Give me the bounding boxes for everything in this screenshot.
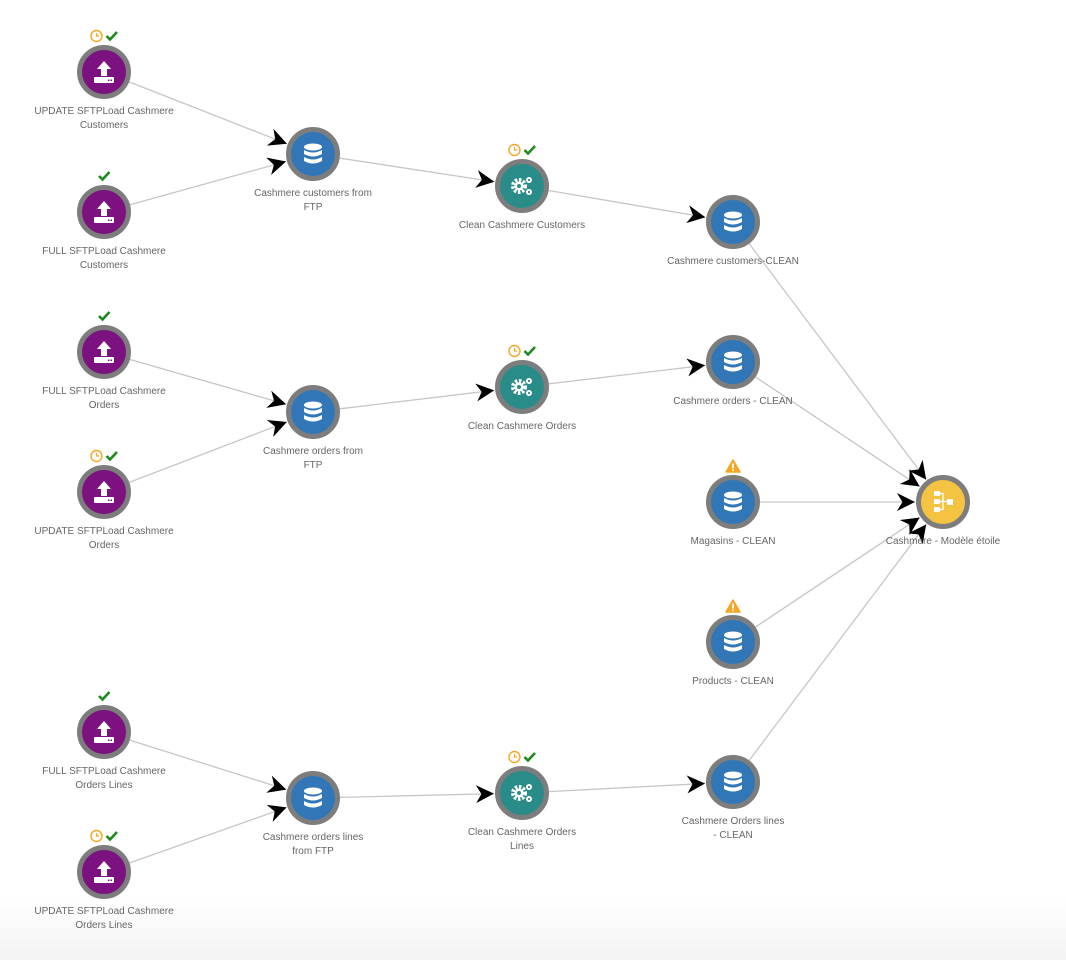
edge-c5-m1 [748,524,927,761]
node-c3[interactable]: Magasins - CLEAN [690,459,776,547]
node-label: Cashmere orders from [263,446,363,457]
edge-c1-m1 [748,243,927,480]
node-label: Orders [89,540,120,551]
flow-diagram: UPDATE SFTPLoad CashmereCustomersFULL SF… [34,29,1001,932]
node-label: Orders [89,400,120,411]
database-icon [724,351,742,372]
edge-d2-r2 [339,383,495,410]
node-r1[interactable]: Clean Cashmere Customers [459,143,585,232]
check-icon [98,171,111,182]
check-icon [523,752,536,763]
node-c4[interactable]: Products - CLEAN [692,599,774,687]
node-label: - CLEAN [713,830,752,841]
node-label: UPDATE SFTPLoad Cashmere [34,906,174,917]
edge-c2-m1 [755,376,921,488]
node-label: from FTP [292,846,334,857]
database-icon [724,491,742,512]
node-label: FTP [304,460,323,471]
node-d1[interactable]: Cashmere customers from FTP [254,127,372,214]
check-icon [105,31,118,42]
node-label: Orders Lines [75,920,132,931]
database-icon [304,787,322,808]
edge-s5-d3 [129,739,287,793]
node-c5[interactable]: Cashmere Orders lines - CLEAN [682,755,785,842]
database-icon [724,771,742,792]
node-s6[interactable]: UPDATE SFTPLoad Cashmere Orders Lines [34,829,174,932]
node-label: Products - CLEAN [692,676,774,687]
node-r2[interactable]: Clean Cashmere Orders [468,344,576,433]
node-label: Cashmere Orders lines [682,816,785,827]
edge-r3-c5 [548,775,706,794]
node-label: Cashmere orders lines [263,832,364,843]
node-label: FTP [304,202,323,213]
warning-icon [725,599,741,613]
nodes: UPDATE SFTPLoad CashmereCustomersFULL SF… [34,29,1001,932]
check-icon [523,346,536,357]
node-s5[interactable]: FULL SFTPLoad Cashmere Orders Lines [42,691,166,791]
node-s3[interactable]: FULL SFTPLoad Cashmere Orders [42,311,166,411]
node-label: UPDATE SFTPLoad Cashmere [34,526,174,537]
node-label: Lines [510,841,534,852]
node-label: Clean Cashmere Orders [468,421,576,432]
node-s2[interactable]: FULL SFTPLoad Cashmere Customers [42,171,166,271]
warning-icon [725,459,741,473]
check-icon [105,451,118,462]
clock-icon [90,29,103,43]
node-label: FULL SFTPLoad Cashmere [42,246,166,257]
node-c2[interactable]: Cashmere orders - CLEAN [673,335,793,408]
node-label: UPDATE SFTPLoad Cashmere [34,106,174,117]
clock-icon [90,449,103,463]
clock-icon [508,143,521,157]
database-icon [724,211,742,232]
node-label: Orders Lines [75,780,132,791]
node-c1[interactable]: Cashmere customers-CLEAN [667,195,799,268]
edge-r2-c2 [548,358,706,385]
check-icon [523,145,536,156]
clock-icon [90,829,103,843]
node-label: Clean Cashmere Customers [459,220,585,231]
node-label: Customers [80,120,128,131]
edge-d1-r1 [339,157,495,188]
database-icon [724,631,742,652]
node-r3[interactable]: Clean Cashmere Orders Lines [468,750,576,853]
edge-d3-r3 [339,785,495,804]
node-label: Customers [80,260,128,271]
node-s4[interactable]: UPDATE SFTPLoad Cashmere Orders [34,449,174,552]
edge-c4-m1 [755,516,921,628]
node-label: Cashmere - Modèle étoile [886,536,1001,547]
node-label: Cashmere customers from [254,188,372,199]
node-label: Cashmere customers-CLEAN [667,256,799,267]
edge-s3-d2 [129,358,287,408]
node-m1[interactable]: Cashmere - Modèle étoile [886,475,1001,548]
database-icon [304,143,322,164]
check-icon [98,691,111,702]
node-d3[interactable]: Cashmere orders lines from FTP [263,771,364,858]
node-d2[interactable]: Cashmere orders from FTP [263,385,363,472]
node-s1[interactable]: UPDATE SFTPLoad Cashmere Customers [34,29,174,132]
clock-icon [508,750,521,764]
edge-r1-c1 [548,189,706,224]
node-label: Clean Cashmere Orders [468,827,576,838]
check-icon [98,311,111,322]
node-label: FULL SFTPLoad Cashmere [42,766,166,777]
clock-icon [508,344,521,358]
check-icon [105,831,118,842]
node-label: Magasins - CLEAN [690,536,775,547]
node-label: FULL SFTPLoad Cashmere [42,386,166,397]
database-icon [304,401,322,422]
node-label: Cashmere orders - CLEAN [673,396,792,407]
